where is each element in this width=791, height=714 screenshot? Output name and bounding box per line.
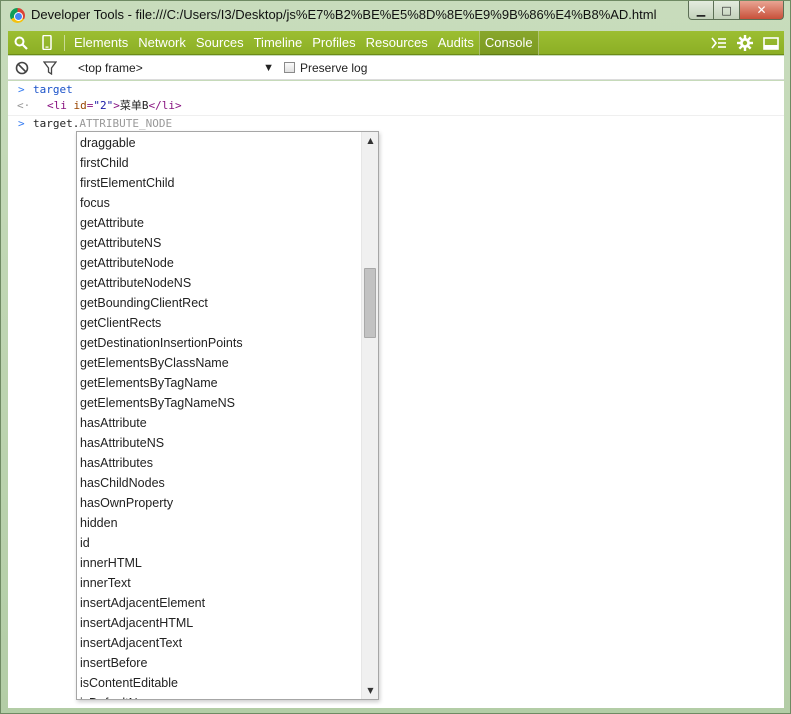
console-toolbar: <top frame> ▼ Preserve log <box>8 56 784 80</box>
autocomplete-item[interactable]: hidden <box>77 513 361 533</box>
autocomplete-item[interactable]: isContentEditable <box>77 673 361 693</box>
window-title: Developer Tools - file:///C:/Users/I3/De… <box>31 7 657 22</box>
scroll-up-arrow[interactable]: ▲ <box>362 132 378 149</box>
autocomplete-item[interactable]: hasAttributes <box>77 453 361 473</box>
gear-icon <box>737 35 753 51</box>
tab-timeline[interactable]: Timeline <box>249 31 308 55</box>
autocomplete-item[interactable]: firstElementChild <box>77 173 361 193</box>
settings-button[interactable] <box>732 31 758 55</box>
chevron-down-icon: ▼ <box>263 61 274 74</box>
preserve-log-label: Preserve log <box>300 60 368 75</box>
search-icon <box>14 36 28 50</box>
title-bar[interactable]: Developer Tools - file:///C:/Users/I3/De… <box>1 1 790 30</box>
clear-console-button[interactable] <box>8 56 36 80</box>
autocomplete-item[interactable]: getDestinationInsertionPoints <box>77 333 361 353</box>
frame-selector[interactable]: <top frame> ▼ <box>78 58 274 78</box>
autocomplete-item[interactable]: isDefaultNamespace <box>77 693 361 699</box>
autocomplete-item[interactable]: innerHTML <box>77 553 361 573</box>
autocomplete-item[interactable]: getAttributeNS <box>77 233 361 253</box>
prompt-icon: > <box>18 83 25 96</box>
console-command: target <box>33 83 73 96</box>
toolbar-right-actions <box>706 31 784 55</box>
drawer-toggle-icon <box>711 37 726 49</box>
autocomplete-item[interactable]: hasAttribute <box>77 413 361 433</box>
autocomplete-item[interactable]: getElementsByTagName <box>77 373 361 393</box>
window-controls: ▁ □ ✕ <box>688 1 784 20</box>
tab-resources[interactable]: Resources <box>361 31 433 55</box>
autocomplete-scrollbar[interactable]: ▲ ▼ <box>361 132 378 699</box>
autocomplete-item[interactable]: getAttributeNodeNS <box>77 273 361 293</box>
tab-console[interactable]: Console <box>478 30 539 55</box>
result-element[interactable]: <li id="2">菜单B</li> <box>47 98 182 114</box>
devtools-toolbar: Elements Network Sources Timeline Profil… <box>8 30 784 55</box>
autocomplete-item[interactable]: hasOwnProperty <box>77 493 361 513</box>
console-result-line[interactable]: <· <li id="2">菜单B</li> <box>8 98 784 114</box>
console-prompt-line[interactable]: > target.ATTRIBUTE_NODE <box>8 116 784 132</box>
autocomplete-item[interactable]: insertAdjacentElement <box>77 593 361 613</box>
tab-elements[interactable]: Elements <box>69 31 133 55</box>
autocomplete-item[interactable]: insertAdjacentHTML <box>77 613 361 633</box>
autocomplete-dropdown[interactable]: draggable firstChild firstElementChild focu… <box>76 131 379 700</box>
dock-icon <box>763 36 779 50</box>
close-button[interactable]: ✕ <box>740 1 784 20</box>
preserve-log-toggle[interactable]: Preserve log <box>284 61 367 75</box>
minimize-button[interactable]: ▁ <box>688 1 714 20</box>
console-input[interactable]: target.ATTRIBUTE_NODE <box>33 116 172 132</box>
show-drawer-button[interactable] <box>706 31 732 55</box>
tab-audits[interactable]: Audits <box>433 31 479 55</box>
tab-sources[interactable]: Sources <box>191 31 249 55</box>
tab-network[interactable]: Network <box>133 31 191 55</box>
mobile-device-icon <box>42 35 52 50</box>
autocomplete-item[interactable]: insertBefore <box>77 653 361 673</box>
dock-side-button[interactable] <box>758 31 784 55</box>
tab-profiles[interactable]: Profiles <box>307 31 360 55</box>
filter-icon <box>43 60 57 75</box>
toolbar-separator <box>64 34 65 51</box>
scroll-down-arrow[interactable]: ▼ <box>362 682 378 699</box>
autocomplete-item[interactable]: getElementsByClassName <box>77 353 361 373</box>
inspect-element-button[interactable] <box>8 31 34 55</box>
autocomplete-ghost-text: ATTRIBUTE_NODE <box>79 117 173 130</box>
autocomplete-item[interactable]: getElementsByTagNameNS <box>77 393 361 413</box>
autocomplete-list: draggable firstChild firstElementChild focu… <box>77 133 361 699</box>
autocomplete-item[interactable]: draggable <box>77 133 361 153</box>
prompt-icon: > <box>18 117 25 130</box>
autocomplete-item[interactable]: insertAdjacentText <box>77 633 361 653</box>
autocomplete-item[interactable]: getAttributeNode <box>77 253 361 273</box>
autocomplete-item[interactable]: firstChild <box>77 153 361 173</box>
filter-button[interactable] <box>36 56 64 80</box>
autocomplete-item[interactable]: hasAttributeNS <box>77 433 361 453</box>
chrome-logo-icon <box>10 8 25 23</box>
autocomplete-item[interactable]: getAttribute <box>77 213 361 233</box>
preserve-log-checkbox[interactable] <box>284 62 295 73</box>
autocomplete-item[interactable]: id <box>77 533 361 553</box>
scrollbar-thumb[interactable] <box>364 268 376 338</box>
autocomplete-item[interactable]: innerText <box>77 573 361 593</box>
autocomplete-item[interactable]: focus <box>77 193 361 213</box>
autocomplete-item[interactable]: getClientRects <box>77 313 361 333</box>
autocomplete-item[interactable]: getBoundingClientRect <box>77 293 361 313</box>
console-input-line: > target <box>8 82 784 98</box>
frame-selector-value: <top frame> <box>78 60 143 75</box>
autocomplete-item[interactable]: hasChildNodes <box>77 473 361 493</box>
clear-icon <box>15 61 29 74</box>
result-arrow-icon: <· <box>17 99 31 112</box>
devtools-window: Developer Tools - file:///C:/Users/I3/De… <box>0 0 791 714</box>
maximize-button[interactable]: □ <box>714 1 740 20</box>
device-mode-button[interactable] <box>34 31 60 55</box>
